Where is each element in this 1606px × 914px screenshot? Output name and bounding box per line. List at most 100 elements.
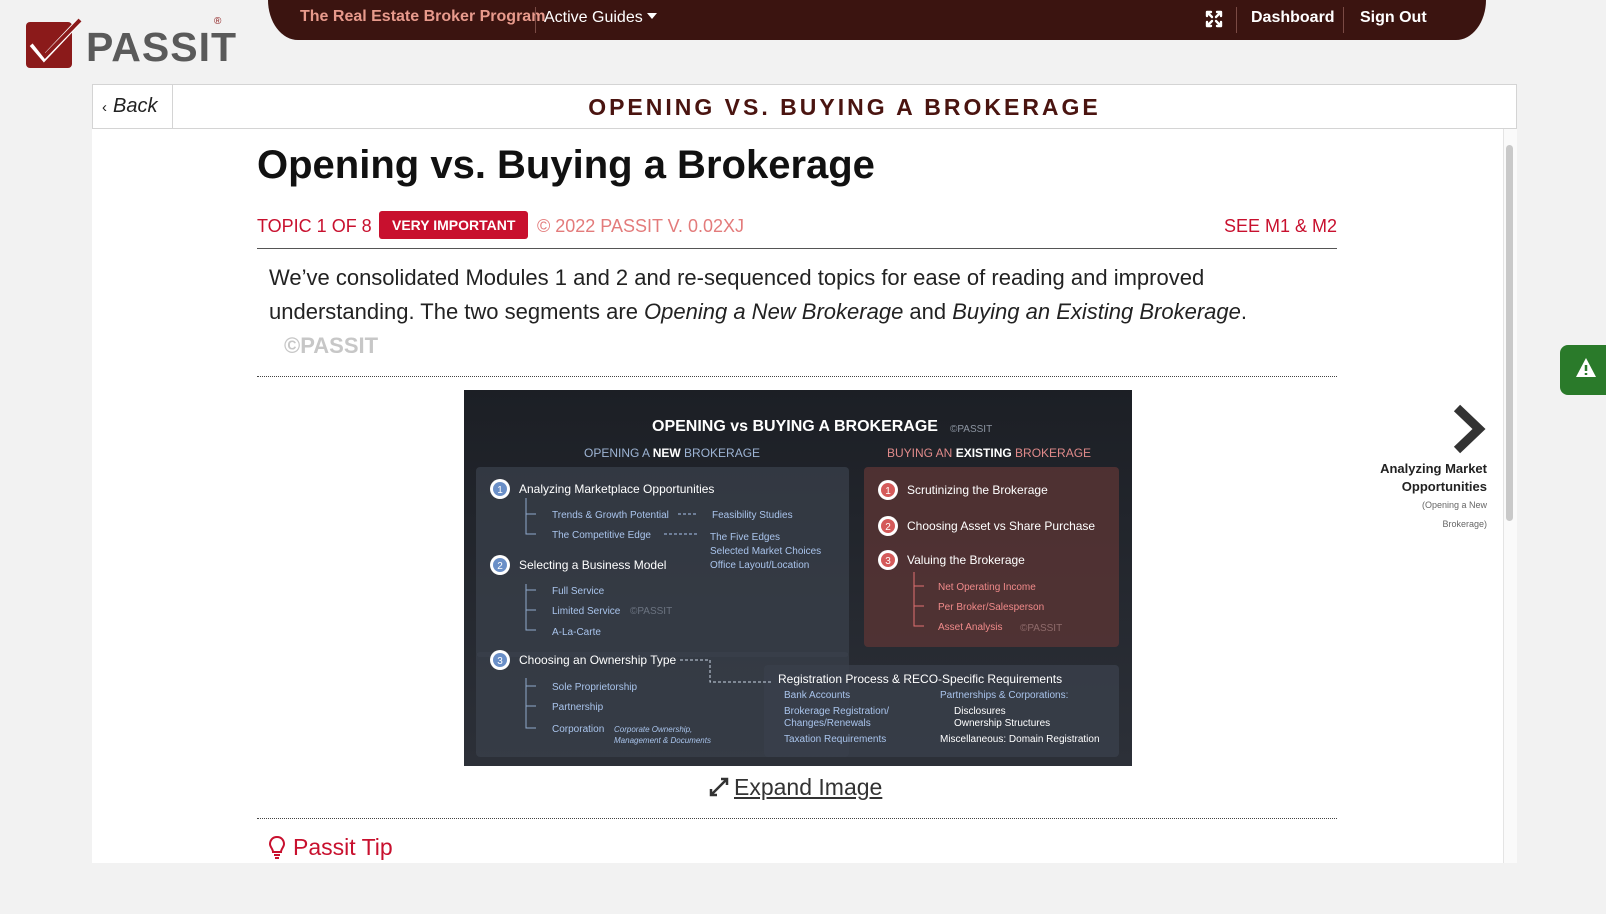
diagram-watermark: ©PASSIT (950, 424, 992, 435)
importance-badge: VERY IMPORTANT (379, 211, 529, 239)
left-item-3a: Sole Proprietorship (552, 682, 637, 693)
top-bar: The Real Estate Broker Program Active Gu… (0, 0, 1606, 40)
divider (257, 818, 1337, 819)
passit-tip-heading: Passit Tip (267, 834, 393, 861)
registration-heading: Registration Process & RECO-Specific Req… (778, 672, 1062, 686)
intro-emphasis: Buying an Existing Brokerage (952, 299, 1241, 324)
scrollbar-thumb[interactable] (1506, 145, 1513, 521)
divider (257, 376, 1337, 377)
content-panel: Opening vs. Buying a Brokerage TOPIC 1 O… (92, 129, 1517, 863)
divider (1236, 7, 1237, 33)
registration-item: Ownership Structures (954, 718, 1050, 729)
left-item-3b: Partnership (552, 702, 604, 713)
left-item-2b: Limited Service (552, 606, 621, 617)
left-item-2c: A-La-Carte (552, 627, 601, 638)
program-title[interactable]: The Real Estate Broker Program (300, 8, 545, 26)
checkmark-icon (29, 18, 82, 63)
left-item-1: Analyzing Marketplace Opportunities (519, 482, 714, 496)
back-button[interactable]: ‹ Back (93, 85, 173, 128)
copyright-version: © 2022 PASSIT V. 0.02XJ (537, 216, 745, 236)
left-item-1b: The Competitive Edge (552, 530, 651, 541)
chevron-right-icon (1453, 404, 1486, 454)
next-topic-link[interactable]: Analyzing Market Opportunities (Opening … (1380, 404, 1487, 534)
step-1-circle: 1 (490, 479, 510, 499)
diagram-watermark: ©PASSIT (1020, 623, 1062, 634)
svg-text:3: 3 (885, 556, 891, 567)
left-item-1b2: The Five Edges (710, 532, 780, 543)
watermark: ©PASSIT (284, 333, 379, 358)
registration-item: Partnerships & Corporations: (940, 690, 1068, 701)
divider (535, 7, 536, 33)
divider (257, 248, 1337, 249)
right-item-3c: Asset Analysis (938, 622, 1002, 633)
left-heading: OPENING A NEW BROKERAGE (584, 446, 760, 460)
step-2-circle: 2 (878, 516, 898, 536)
step-3-circle: 3 (490, 650, 510, 670)
warning-icon (1576, 358, 1596, 377)
active-guides-label: Active Guides (544, 9, 643, 26)
intro-text: . (1240, 299, 1247, 324)
topic-counter: TOPIC 1 OF 8 (257, 216, 372, 236)
right-heading: BUYING AN EXISTING BROKERAGE (887, 446, 1091, 460)
report-issue-tab[interactable] (1560, 345, 1606, 395)
left-item-1b4: Office Layout/Location (710, 560, 809, 571)
svg-text:1: 1 (497, 485, 503, 496)
registration-item: Brokerage Registration/ (784, 706, 889, 717)
logo-text: PASSIT (86, 24, 238, 70)
left-item-2: Selecting a Business Model (519, 558, 666, 572)
step-1-circle: 1 (878, 480, 898, 500)
see-modules: SEE M1 & M2 (1223, 216, 1337, 236)
caret-down-icon (646, 13, 657, 19)
left-item-3c2: Corporate Ownership, (614, 725, 692, 734)
right-item-1: Scrutinizing the Brokerage (907, 483, 1048, 497)
expand-label: Expand Image (734, 774, 883, 800)
left-item-2a: Full Service (552, 586, 605, 597)
left-item-3c: Corporation (552, 724, 604, 735)
next-topic-subtitle: (Opening a New Brokerage) (1421, 500, 1487, 529)
left-item-1a2: Feasibility Studies (712, 510, 793, 521)
sign-out-link[interactable]: Sign Out (1360, 9, 1427, 27)
registration-item: Disclosures (954, 706, 1006, 717)
intro-emphasis: Opening a New Brokerage (644, 299, 904, 324)
active-guides-dropdown[interactable]: Active Guides (544, 9, 657, 27)
registration-item: Changes/Renewals (784, 718, 871, 729)
back-label: Back (113, 95, 158, 117)
left-item-1b3: Selected Market Choices (710, 546, 821, 557)
intro-text: and (903, 299, 953, 324)
left-item-1a: Trends & Growth Potential (552, 510, 669, 521)
diagram-title: OPENING vs BUYING A BROKERAGE (652, 418, 938, 435)
right-item-3a: Net Operating Income (938, 582, 1036, 593)
svg-text:3: 3 (497, 656, 503, 667)
step-2-circle: 2 (490, 555, 510, 575)
svg-text:2: 2 (497, 561, 503, 572)
registration-item: Miscellaneous: Domain Registration (940, 734, 1100, 745)
left-item-3: Choosing an Ownership Type (519, 653, 677, 667)
svg-text:1: 1 (885, 486, 891, 497)
expand-image-link[interactable]: Expand Image (708, 774, 882, 801)
topic-meta: TOPIC 1 OF 8 VERY IMPORTANT © 2022 PASSI… (257, 211, 1337, 239)
step-3-circle: 3 (878, 550, 898, 570)
right-item-2: Choosing Asset vs Share Purchase (907, 519, 1095, 533)
page-title: Opening vs. Buying a Brokerage (257, 143, 875, 187)
svg-text:2: 2 (885, 522, 891, 533)
guide-title: OPENING VS. BUYING A BROKERAGE (588, 94, 1101, 120)
fullscreen-icon[interactable] (1205, 10, 1223, 28)
brokerage-diagram-image[interactable]: OPENING vs BUYING A BROKERAGE ©PASSIT OP… (464, 390, 1132, 766)
tip-label: Passit Tip (293, 834, 393, 860)
registration-item: Bank Accounts (784, 690, 850, 701)
right-item-3: Valuing the Brokerage (907, 553, 1025, 567)
chevron-left-icon: ‹ (102, 99, 107, 116)
expand-arrows-icon (709, 777, 729, 797)
registration-item: Taxation Requirements (784, 734, 886, 745)
divider (1343, 7, 1344, 33)
passit-logo[interactable]: PASSIT ® (24, 16, 238, 70)
dashboard-link[interactable]: Dashboard (1251, 9, 1335, 27)
diagram-watermark: ©PASSIT (630, 606, 672, 617)
right-item-3b: Per Broker/Salesperson (938, 602, 1044, 613)
left-item-3c3: Management & Documents (614, 736, 711, 745)
next-topic-title: Analyzing Market Opportunities (1380, 461, 1487, 494)
intro-paragraph: We’ve consolidated Modules 1 and 2 and r… (269, 261, 1309, 329)
registered-mark: ® (214, 16, 222, 27)
guide-header: ‹ Back OPENING VS. BUYING A BROKERAGE (92, 84, 1517, 129)
lightbulb-icon (268, 835, 286, 859)
